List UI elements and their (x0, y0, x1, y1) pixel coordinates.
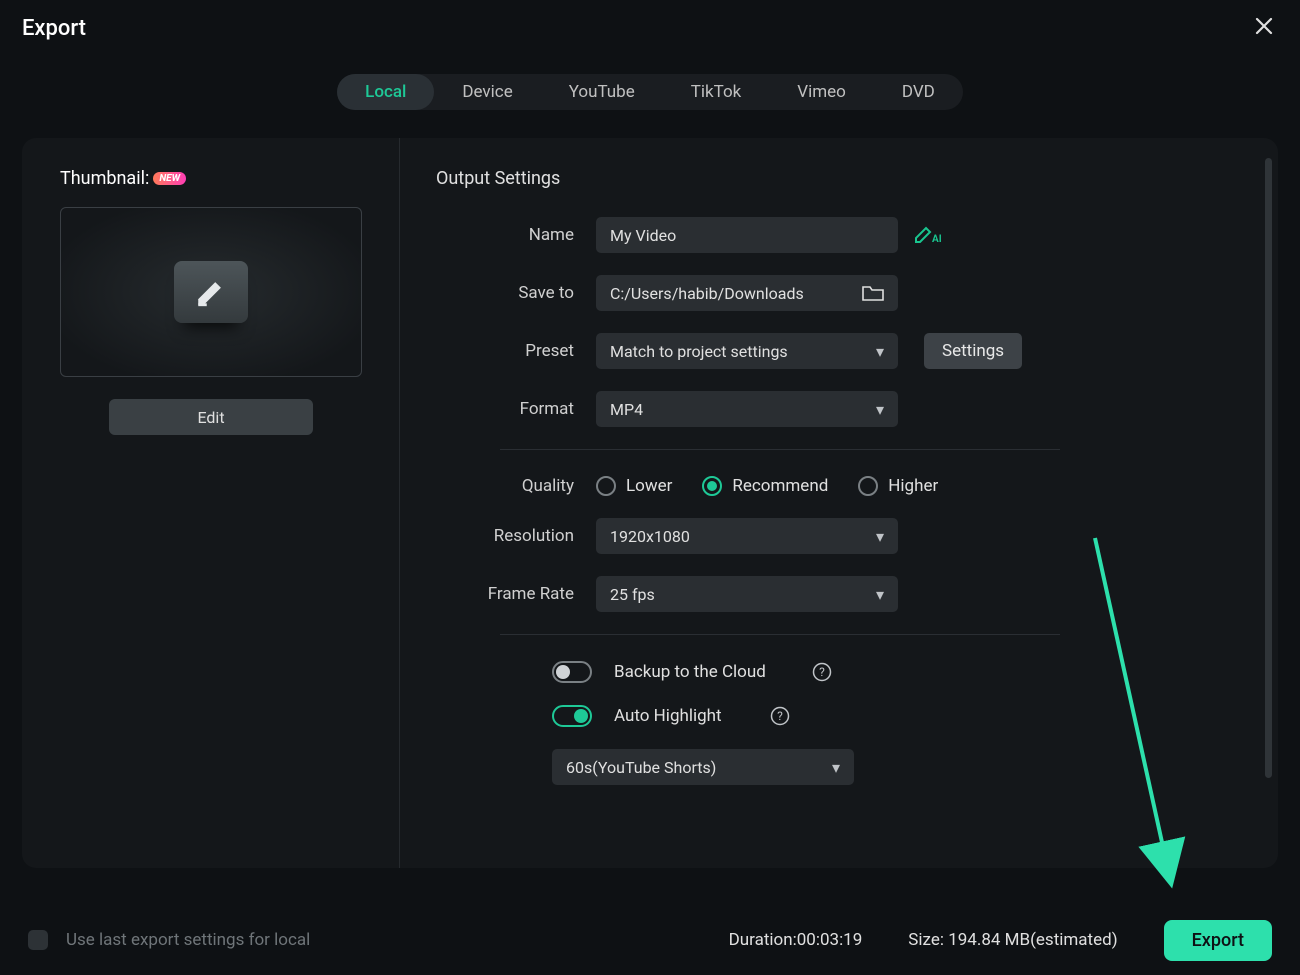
svg-text:AI: AI (932, 234, 942, 245)
chevron-down-icon: ▾ (876, 342, 884, 361)
resolution-select[interactable]: 1920x1080 ▾ (596, 518, 898, 554)
svg-text:?: ? (777, 709, 783, 723)
ai-rename-button[interactable]: AI (914, 224, 944, 246)
quality-higher-radio[interactable]: Higher (858, 476, 938, 496)
preset-label: Preset (436, 341, 596, 361)
edit-thumbnail-icon (174, 261, 248, 323)
quality-lower-radio[interactable]: Lower (596, 476, 672, 496)
pencil-ai-icon: AI (914, 224, 944, 246)
tab-dvd[interactable]: DVD (874, 74, 963, 110)
thumbnail-preview[interactable] (60, 207, 362, 377)
quality-recommend-radio[interactable]: Recommend (702, 476, 828, 496)
preset-value: Match to project settings (610, 342, 788, 361)
duration-info: Duration:00:03:19 (729, 930, 863, 950)
backup-help-button[interactable]: ? (812, 662, 832, 682)
highlight-help-button[interactable]: ? (770, 706, 790, 726)
auto-highlight-toggle[interactable] (552, 705, 592, 727)
svg-text:?: ? (819, 665, 825, 679)
new-badge: NEW (153, 172, 186, 185)
tab-youtube[interactable]: YouTube (541, 74, 663, 110)
use-last-settings-label: Use last export settings for local (66, 930, 711, 950)
tab-local[interactable]: Local (337, 74, 434, 110)
thumbnail-label-text: Thumbnail: (60, 168, 149, 189)
preset-select[interactable]: Match to project settings ▾ (596, 333, 898, 369)
chevron-down-icon: ▾ (876, 400, 884, 419)
framerate-label: Frame Rate (436, 584, 596, 604)
divider (500, 449, 1060, 450)
close-icon (1254, 16, 1274, 36)
folder-icon (862, 284, 884, 302)
size-info: Size: 194.84 MB(estimated) (908, 930, 1117, 950)
chevron-down-icon: ▾ (876, 527, 884, 546)
name-input[interactable] (596, 217, 898, 253)
resolution-label: Resolution (436, 526, 596, 546)
close-button[interactable] (1250, 12, 1278, 44)
backup-cloud-toggle[interactable] (552, 661, 592, 683)
dialog-title: Export (22, 16, 86, 41)
highlight-preset-value: 60s(YouTube Shorts) (566, 758, 716, 777)
format-select[interactable]: MP4 ▾ (596, 391, 898, 427)
framerate-select[interactable]: 25 fps ▾ (596, 576, 898, 612)
auto-highlight-label: Auto Highlight (614, 706, 732, 726)
export-tabs: Local Device YouTube TikTok Vimeo DVD (337, 74, 963, 110)
export-button[interactable]: Export (1164, 920, 1272, 961)
tab-tiktok[interactable]: TikTok (663, 74, 770, 110)
edit-thumbnail-button[interactable]: Edit (109, 399, 313, 435)
use-last-settings-checkbox[interactable] (28, 930, 48, 950)
thumbnail-label: Thumbnail: NEW (60, 168, 379, 189)
name-label: Name (436, 225, 596, 245)
format-value: MP4 (610, 400, 643, 419)
saveto-value: C:/Users/habib/Downloads (610, 284, 804, 303)
format-label: Format (436, 399, 596, 419)
scrollbar[interactable] (1265, 158, 1272, 778)
tab-device[interactable]: Device (434, 74, 540, 110)
output-settings-heading: Output Settings (436, 168, 1218, 189)
chevron-down-icon: ▾ (832, 758, 840, 777)
backup-cloud-label: Backup to the Cloud (614, 662, 774, 682)
preset-settings-button[interactable]: Settings (924, 333, 1022, 369)
saveto-field[interactable]: C:/Users/habib/Downloads (596, 275, 898, 311)
highlight-preset-select[interactable]: 60s(YouTube Shorts) ▾ (552, 749, 854, 785)
saveto-label: Save to (436, 283, 596, 303)
help-icon: ? (812, 662, 832, 682)
chevron-down-icon: ▾ (876, 585, 884, 604)
help-icon: ? (770, 706, 790, 726)
resolution-value: 1920x1080 (610, 527, 690, 546)
tab-vimeo[interactable]: Vimeo (769, 74, 874, 110)
quality-label: Quality (436, 476, 596, 496)
divider (500, 634, 1060, 635)
framerate-value: 25 fps (610, 585, 655, 604)
